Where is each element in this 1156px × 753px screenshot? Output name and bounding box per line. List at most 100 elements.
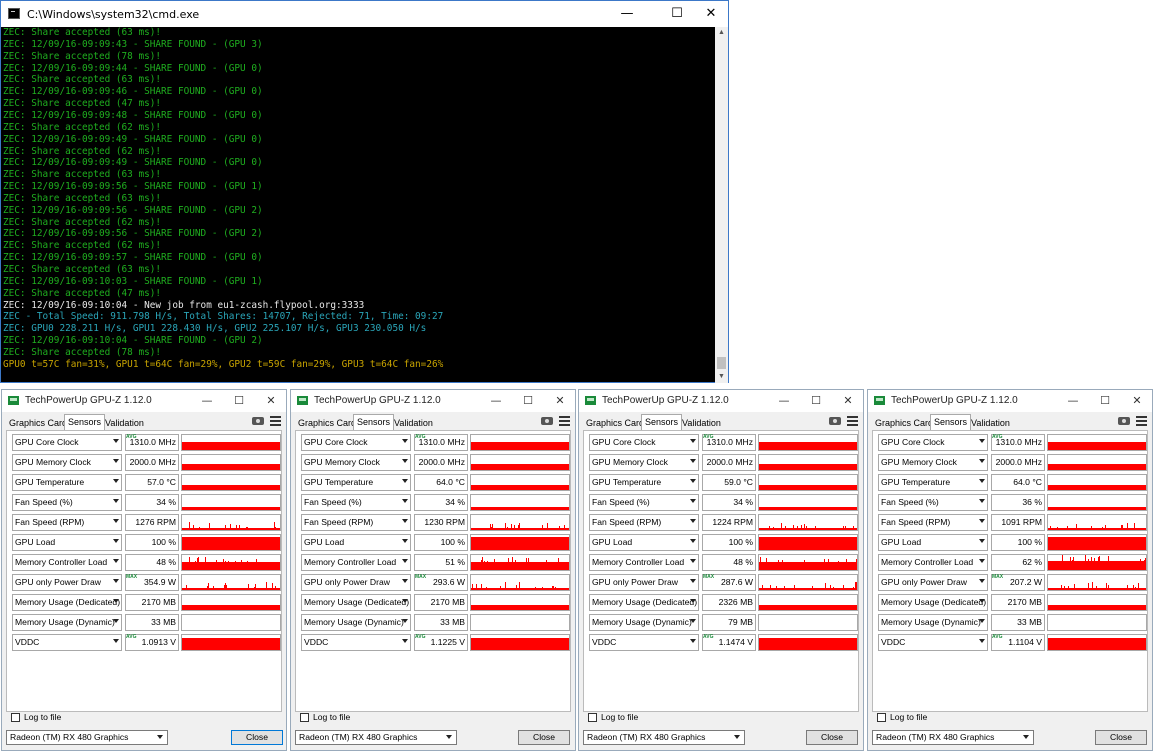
sensor-label-dropdown[interactable]: GPU Temperature	[878, 474, 988, 491]
sensor-label-dropdown[interactable]: GPU Load	[878, 534, 988, 551]
close-button[interactable]: ✕	[1122, 390, 1152, 412]
minimize-button[interactable]: —	[1058, 390, 1088, 412]
sensor-label-dropdown[interactable]: VDDC	[12, 634, 122, 651]
sensor-label-dropdown[interactable]: Fan Speed (%)	[589, 494, 699, 511]
sensor-label-dropdown[interactable]: VDDC	[878, 634, 988, 651]
sensor-label-dropdown[interactable]: Fan Speed (%)	[878, 494, 988, 511]
minimize-button[interactable]: —	[192, 390, 222, 412]
sensor-label-dropdown[interactable]: Fan Speed (%)	[12, 494, 122, 511]
scrollbar-thumb[interactable]	[717, 357, 726, 369]
sensor-label-dropdown[interactable]: GPU Core Clock	[878, 434, 988, 451]
minimize-button[interactable]: —	[481, 390, 511, 412]
sensor-label-dropdown[interactable]: GPU Temperature	[301, 474, 411, 491]
sensor-label-dropdown[interactable]: Memory Controller Load	[301, 554, 411, 571]
tab-sensors[interactable]: Sensors	[64, 414, 106, 431]
gpuz-title-bar[interactable]: TechPowerUp GPU-Z 1.12.0 — ☐ ✕	[291, 390, 575, 412]
sensor-label-dropdown[interactable]: Memory Usage (Dynamic)	[878, 614, 988, 631]
menu-icon[interactable]	[559, 416, 570, 426]
camera-icon[interactable]	[829, 417, 841, 425]
sensor-label-dropdown[interactable]: Memory Controller Load	[589, 554, 699, 571]
sensor-label-dropdown[interactable]: GPU Core Clock	[12, 434, 122, 451]
tab-validation[interactable]: Validation	[102, 416, 147, 430]
camera-icon[interactable]	[1118, 417, 1130, 425]
sensor-label-dropdown[interactable]: GPU Temperature	[589, 474, 699, 491]
sensor-label-dropdown[interactable]: VDDC	[589, 634, 699, 651]
tab-graphics-card[interactable]: Graphics Card	[6, 416, 70, 430]
sensor-label-dropdown[interactable]: GPU Memory Clock	[878, 454, 988, 471]
sensor-label-dropdown[interactable]: Memory Usage (Dynamic)	[12, 614, 122, 631]
sensor-label-dropdown[interactable]: GPU only Power Draw	[878, 574, 988, 591]
tab-validation[interactable]: Validation	[391, 416, 436, 430]
card-select[interactable]: Radeon (TM) RX 480 Graphics	[583, 730, 745, 745]
cmd-title-bar[interactable]: C:\Windows\system32\cmd.exe — ☐ ✕	[1, 1, 728, 27]
camera-icon[interactable]	[541, 417, 553, 425]
gpuz-title-bar[interactable]: TechPowerUp GPU-Z 1.12.0 — ☐ ✕	[2, 390, 286, 412]
close-button[interactable]: Close	[231, 730, 283, 745]
sensor-label-dropdown[interactable]: Memory Usage (Dedicated)	[589, 594, 699, 611]
tab-validation[interactable]: Validation	[968, 416, 1013, 430]
close-button[interactable]: ✕	[256, 390, 286, 412]
sensor-label-dropdown[interactable]: Memory Usage (Dynamic)	[589, 614, 699, 631]
tab-sensors[interactable]: Sensors	[353, 414, 395, 431]
sensor-label-dropdown[interactable]: GPU Core Clock	[301, 434, 411, 451]
menu-icon[interactable]	[270, 416, 281, 426]
sensor-label-dropdown[interactable]: Memory Controller Load	[12, 554, 122, 571]
menu-icon[interactable]	[1136, 416, 1147, 426]
tab-sensors[interactable]: Sensors	[930, 414, 972, 431]
sensor-label-dropdown[interactable]: Memory Usage (Dynamic)	[301, 614, 411, 631]
close-button[interactable]: Close	[1095, 730, 1147, 745]
tab-graphics-card[interactable]: Graphics Card	[872, 416, 936, 430]
tab-graphics-card[interactable]: Graphics Card	[583, 416, 647, 430]
sensor-label-dropdown[interactable]: Fan Speed (%)	[301, 494, 411, 511]
sensor-label-dropdown[interactable]: GPU Memory Clock	[12, 454, 122, 471]
menu-icon[interactable]	[847, 416, 858, 426]
minimize-button[interactable]: —	[769, 390, 799, 412]
sensor-label-dropdown[interactable]: Memory Usage (Dedicated)	[301, 594, 411, 611]
maximize-button[interactable]: ☐	[801, 390, 831, 412]
sensor-label-dropdown[interactable]: GPU Temperature	[12, 474, 122, 491]
sensor-label-dropdown[interactable]: GPU Memory Clock	[589, 454, 699, 471]
sensor-label-dropdown[interactable]: Fan Speed (RPM)	[301, 514, 411, 531]
log-to-file-checkbox[interactable]	[877, 713, 886, 722]
log-to-file-checkbox[interactable]	[588, 713, 597, 722]
scroll-up-icon[interactable]: ▲	[715, 27, 728, 39]
sensor-label-dropdown[interactable]: GPU Load	[12, 534, 122, 551]
cmd-scrollbar[interactable]: ▲ ▼	[715, 27, 728, 383]
maximize-button[interactable]: ☐	[513, 390, 543, 412]
card-select[interactable]: Radeon (TM) RX 480 Graphics	[6, 730, 168, 745]
sensor-label-dropdown[interactable]: GPU Core Clock	[589, 434, 699, 451]
tab-sensors[interactable]: Sensors	[641, 414, 683, 431]
sensor-label-dropdown[interactable]: Memory Usage (Dedicated)	[878, 594, 988, 611]
sensor-label-dropdown[interactable]: Fan Speed (RPM)	[878, 514, 988, 531]
sensor-label-dropdown[interactable]: Fan Speed (RPM)	[589, 514, 699, 531]
close-button[interactable]: ✕	[833, 390, 863, 412]
sensor-label-dropdown[interactable]: Memory Usage (Dedicated)	[12, 594, 122, 611]
tab-graphics-card[interactable]: Graphics Card	[295, 416, 359, 430]
sensor-label-dropdown[interactable]: GPU only Power Draw	[12, 574, 122, 591]
card-select[interactable]: Radeon (TM) RX 480 Graphics	[872, 730, 1034, 745]
log-to-file-checkbox[interactable]	[300, 713, 309, 722]
card-select[interactable]: Radeon (TM) RX 480 Graphics	[295, 730, 457, 745]
close-button[interactable]: ✕	[545, 390, 575, 412]
tab-validation[interactable]: Validation	[679, 416, 724, 430]
sensor-label-dropdown[interactable]: VDDC	[301, 634, 411, 651]
log-to-file-checkbox[interactable]	[11, 713, 20, 722]
minimize-button[interactable]: —	[607, 1, 647, 27]
close-button[interactable]: ✕	[691, 1, 731, 27]
sensor-label-dropdown[interactable]: Fan Speed (RPM)	[12, 514, 122, 531]
scroll-down-icon[interactable]: ▼	[715, 371, 728, 383]
sensor-label-dropdown[interactable]: GPU only Power Draw	[589, 574, 699, 591]
gpuz-title-bar[interactable]: TechPowerUp GPU-Z 1.12.0 — ☐ ✕	[868, 390, 1152, 412]
sensor-label-dropdown[interactable]: GPU only Power Draw	[301, 574, 411, 591]
sensor-label-dropdown[interactable]: Memory Controller Load	[878, 554, 988, 571]
sensor-label-dropdown[interactable]: GPU Memory Clock	[301, 454, 411, 471]
sensor-label-dropdown[interactable]: GPU Load	[301, 534, 411, 551]
close-button[interactable]: Close	[806, 730, 858, 745]
camera-icon[interactable]	[252, 417, 264, 425]
gpuz-title-bar[interactable]: TechPowerUp GPU-Z 1.12.0 — ☐ ✕	[579, 390, 863, 412]
sensor-label-dropdown[interactable]: GPU Load	[589, 534, 699, 551]
close-button[interactable]: Close	[518, 730, 570, 745]
maximize-button[interactable]: ☐	[1090, 390, 1120, 412]
maximize-button[interactable]: ☐	[224, 390, 254, 412]
console-output[interactable]: ZEC: Share accepted (63 ms)! ZEC: 12/09/1…	[1, 27, 715, 383]
